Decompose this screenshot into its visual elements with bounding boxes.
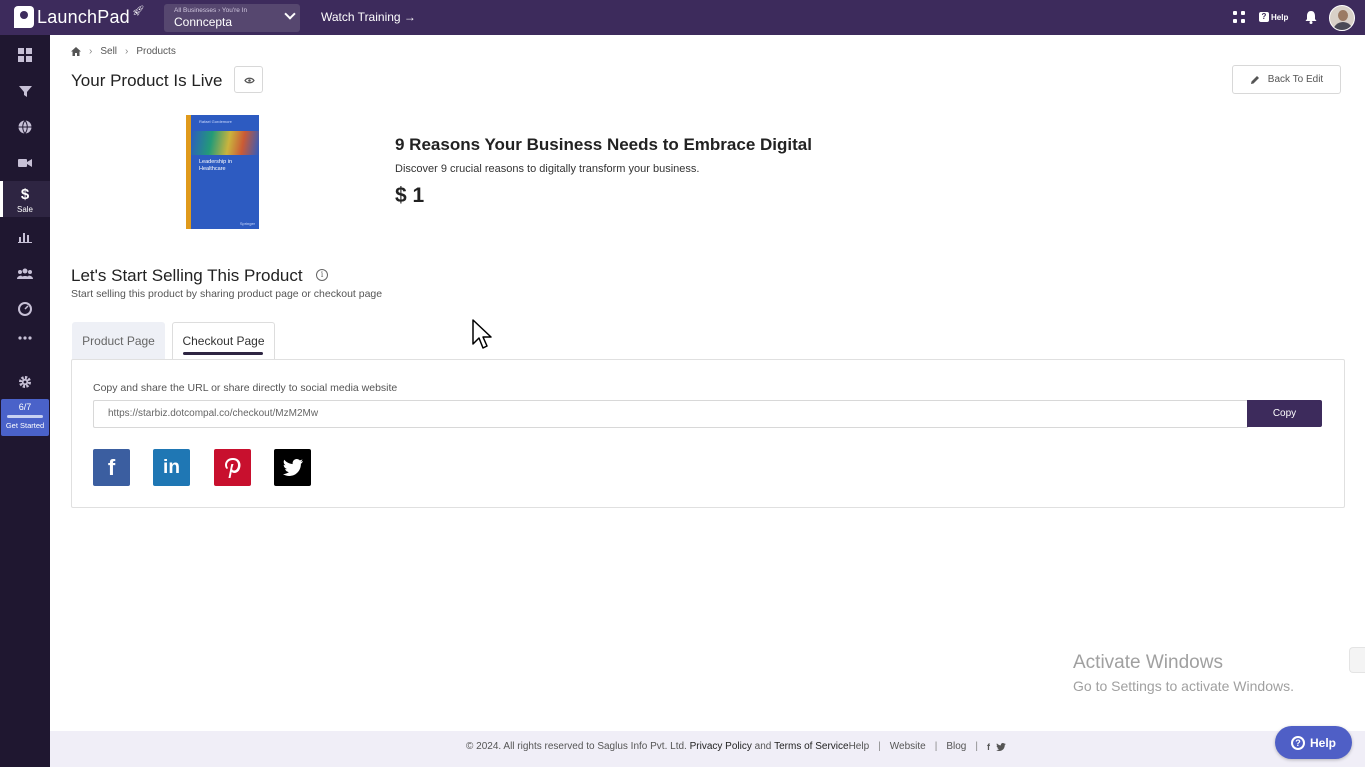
progress-count: 6/7	[18, 402, 32, 412]
side-panel-toggle[interactable]	[1349, 647, 1365, 673]
breadcrumb: › Sell › Products	[71, 46, 176, 57]
product-description: Discover 9 crucial reasons to digitally …	[395, 163, 700, 175]
windows-activation-watermark: Activate Windows Go to Settings to activ…	[1073, 652, 1294, 694]
users-icon[interactable]	[0, 255, 50, 291]
footer-help-link[interactable]: Help	[849, 741, 870, 752]
book-publisher: Springer	[239, 221, 255, 226]
share-label: Copy and share the URL or share directly…	[93, 382, 398, 394]
pinterest-share-button[interactable]	[214, 449, 251, 486]
help-chat-label: Help	[1309, 735, 1336, 750]
page-title: Your Product Is Live	[71, 71, 223, 90]
twitter-icon	[282, 459, 303, 476]
back-to-edit-button[interactable]: Back To Edit	[1232, 65, 1341, 94]
watermark-line-1: Activate Windows	[1073, 652, 1223, 673]
get-started-label: Get Started	[5, 421, 45, 430]
copy-button[interactable]: Copy	[1247, 400, 1322, 427]
section-subtitle: Start selling this product by sharing pr…	[71, 288, 383, 300]
checkout-url-field[interactable]: https://starbiz.dotcompal.co/checkout/Mz…	[93, 400, 1248, 428]
settings-gear-icon[interactable]	[0, 364, 50, 400]
launchpad-logo-icon	[14, 6, 34, 28]
product-title: 9 Reasons Your Business Needs to Embrace…	[395, 135, 812, 154]
twitter-share-button[interactable]	[274, 449, 311, 486]
business-name: Conncepta	[174, 15, 233, 29]
mouse-cursor-icon	[472, 319, 492, 349]
privacy-policy-link[interactable]: Privacy Policy	[690, 741, 752, 752]
brand-logo[interactable]: LaunchPad 🚀︎	[14, 5, 145, 29]
watermark-line-2: Go to Settings to activate Windows.	[1073, 678, 1294, 694]
business-selector[interactable]: All Businesses › You're In Conncepta	[164, 4, 300, 32]
sidebar-item-label: Sale	[16, 205, 33, 214]
sidebar: $ Sale 6/7 Get Started	[0, 35, 50, 767]
help-label: Help	[1271, 12, 1289, 22]
breadcrumb-sell[interactable]: Sell	[100, 46, 117, 57]
book-title: Leadership in Healthcare	[199, 159, 233, 172]
sidebar-item-sale[interactable]: $ Sale	[0, 181, 50, 217]
pencil-icon	[1250, 75, 1259, 84]
footer-facebook-icon[interactable]: f	[987, 742, 990, 752]
back-to-edit-label: Back To Edit	[1267, 74, 1324, 85]
watch-training-link[interactable]: Watch Training →	[321, 10, 416, 24]
copyright-text: © 2024. All rights reserved to Saglus In…	[466, 741, 687, 752]
footer-blog-link[interactable]: Blog	[946, 741, 966, 752]
linkedin-share-button[interactable]: in	[153, 449, 190, 486]
rocket-icon: 🚀︎	[131, 5, 145, 17]
get-started-progress[interactable]: 6/7 Get Started	[1, 399, 49, 436]
facebook-share-button[interactable]: f	[93, 449, 130, 486]
product-cover-image: Rafael Gordemore Leadership in Healthcar…	[186, 115, 259, 229]
dollar-icon: $	[20, 185, 30, 203]
help-icon: ?	[1259, 12, 1269, 22]
preview-button[interactable]	[234, 66, 263, 93]
and-text: and	[754, 741, 772, 752]
help-chat-button[interactable]: ? Help	[1275, 726, 1352, 759]
chevron-down-icon	[284, 8, 296, 20]
apps-grid-icon[interactable]	[1233, 11, 1246, 24]
analytics-icon[interactable]	[0, 219, 50, 255]
notification-bell-icon[interactable]	[1305, 10, 1317, 24]
breadcrumb-products[interactable]: Products	[136, 46, 175, 57]
footer: © 2024. All rights reserved to Saglus In…	[50, 731, 1365, 767]
book-author: Rafael Gordemore	[199, 119, 232, 124]
video-icon[interactable]	[0, 145, 50, 181]
user-avatar[interactable]	[1329, 5, 1355, 31]
tab-product-page[interactable]: Product Page	[72, 322, 165, 359]
terms-link[interactable]: Terms of Service	[774, 741, 848, 752]
funnel-icon[interactable]	[0, 73, 50, 109]
top-bar: LaunchPad 🚀︎ All Businesses › You're In …	[0, 0, 1365, 35]
business-crumb: All Businesses › You're In	[174, 7, 248, 14]
breadcrumb-separator: ›	[125, 46, 129, 57]
breadcrumb-separator: ›	[89, 46, 93, 57]
facebook-icon: f	[107, 454, 116, 480]
home-icon[interactable]	[71, 47, 81, 56]
info-icon[interactable]: i	[316, 269, 328, 281]
help-menu[interactable]: ? Help	[1259, 12, 1288, 22]
progress-bar	[7, 415, 43, 418]
eye-icon	[244, 77, 255, 84]
globe-icon[interactable]	[0, 109, 50, 145]
dashboard-icon[interactable]	[0, 37, 50, 73]
footer-website-link[interactable]: Website	[890, 741, 926, 752]
pinterest-icon	[224, 457, 240, 478]
question-circle-icon: ?	[1290, 735, 1305, 750]
footer-twitter-icon[interactable]	[996, 742, 1006, 751]
product-price: $ 1	[395, 184, 425, 207]
more-icon[interactable]	[0, 320, 50, 356]
section-title: Let's Start Selling This Product	[71, 266, 303, 285]
active-tab-indicator	[183, 352, 263, 355]
linkedin-icon: in	[163, 456, 180, 478]
brand-name: LaunchPad	[37, 6, 130, 27]
